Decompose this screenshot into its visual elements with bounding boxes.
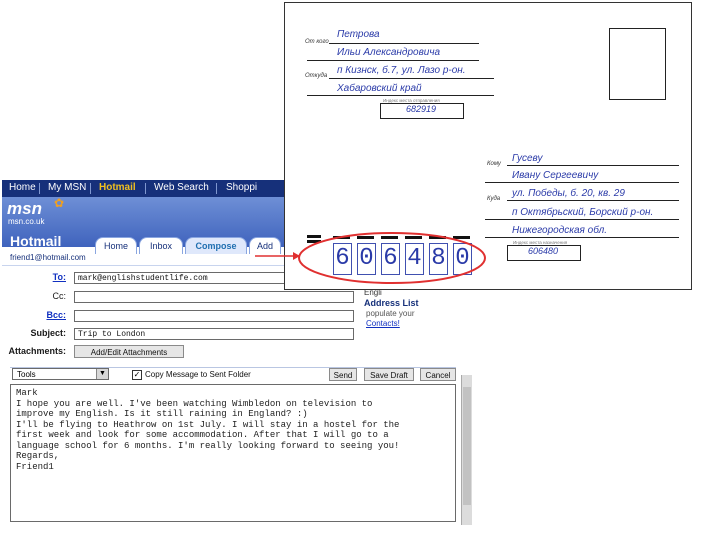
tab-address[interactable]: Add — [249, 237, 281, 254]
tab-compose[interactable]: Compose — [185, 237, 247, 254]
index-digit: 4 — [405, 243, 424, 275]
dest-index: 606480 — [527, 246, 559, 256]
save-draft-button[interactable]: Save Draft — [364, 368, 414, 381]
cancel-button[interactable]: Cancel — [420, 368, 456, 381]
stamp-box — [609, 28, 666, 100]
tab-inbox[interactable]: Inbox — [139, 237, 183, 254]
address-list-heading: Address List — [364, 298, 419, 308]
add-attachments-button[interactable]: Add/Edit Attachments — [74, 345, 184, 358]
user-email: friend1@hotmail.com — [10, 253, 86, 262]
body-line: I'll be flying to Heathrow on 1st July. … — [16, 419, 400, 430]
nav-web-search[interactable]: Web Search — [154, 182, 209, 193]
send-button[interactable]: Send — [329, 368, 357, 381]
nav-shopping[interactable]: Shoppi — [226, 182, 257, 193]
body-line: I hope you are well. I've been watching … — [16, 398, 373, 409]
sender-index: 682919 — [405, 104, 437, 114]
msn-butterfly-icon: ✿ — [54, 196, 65, 210]
contacts-link[interactable]: Contacts! — [366, 319, 400, 328]
subject-label: Subject: — [30, 328, 66, 338]
where-from-label: Откуда — [305, 73, 328, 79]
index-digit: 8 — [429, 243, 448, 275]
tab-home[interactable]: Home — [95, 237, 137, 254]
postal-envelope: От кого Петрова Ильи Александровича Отку… — [284, 2, 692, 290]
index-digit: 6 — [333, 243, 352, 275]
recipient-name: Ивану Сергеевичу — [512, 170, 599, 181]
cc-label: Cc: — [52, 291, 67, 301]
msn-logo[interactable]: msn — [7, 199, 42, 219]
sender-address-1: п Кизнск, б.7, ул. Лазо р-он. — [337, 65, 466, 76]
message-body[interactable]: Mark I hope you are well. I've been watc… — [10, 384, 456, 522]
index-digit: 0 — [453, 243, 472, 275]
to-whom-label: Кому — [487, 161, 501, 167]
attachments-label: Attachments: — [8, 346, 66, 356]
body-line: first week and look for some accommodati… — [16, 430, 389, 440]
chevron-down-icon: ▼ — [96, 369, 108, 379]
nav-my-msn[interactable]: My MSN — [48, 182, 86, 193]
bcc-label[interactable]: Bcc: — [4, 310, 66, 320]
msn-logo-subtitle: msn.co.uk — [8, 217, 45, 226]
where-to-label: Куда — [487, 196, 501, 202]
body-line: Mark — [16, 388, 38, 398]
index-digit: 0 — [357, 243, 376, 275]
subject-field[interactable]: Trip to London — [74, 328, 354, 340]
recipient-address-1: ул. Победы, б. 20, кв. 29 — [512, 188, 625, 199]
body-line: Friend1 — [16, 461, 54, 472]
bcc-field[interactable] — [74, 310, 354, 322]
body-scrollbar[interactable] — [461, 375, 472, 525]
copy-to-sent-checkbox[interactable]: ✓ — [132, 370, 142, 380]
body-line: language school for 6 months. I'm really… — [16, 440, 400, 451]
index-digit: 6 — [381, 243, 400, 275]
populate-text: populate your — [366, 309, 415, 318]
hotmail-brand: Hotmail — [10, 233, 62, 249]
copy-to-sent-label: Copy Message to Sent Folder — [145, 370, 251, 379]
recipient-address-2: п Октябрьский, Борский р-он. — [512, 207, 654, 218]
nav-hotmail[interactable]: Hotmail — [99, 182, 136, 193]
body-line: Regards, — [16, 451, 60, 461]
sender-address-2: Хабаровский край — [337, 83, 422, 94]
recipient-surname: Гусеву — [512, 153, 543, 164]
sender-surname: Петрова — [337, 29, 380, 40]
cc-field[interactable] — [74, 291, 354, 303]
to-label[interactable]: To: — [4, 272, 66, 282]
tools-dropdown[interactable]: Tools ▼ — [12, 368, 109, 380]
recipient-address-3: Нижегородская обл. — [512, 225, 608, 236]
from-label: От кого — [305, 39, 329, 45]
tools-dropdown-value: Tools — [17, 370, 36, 379]
body-line: improve my English. Is it still raining … — [16, 409, 308, 419]
nav-home[interactable]: Home — [9, 182, 36, 193]
sender-name: Ильи Александровича — [337, 47, 441, 58]
